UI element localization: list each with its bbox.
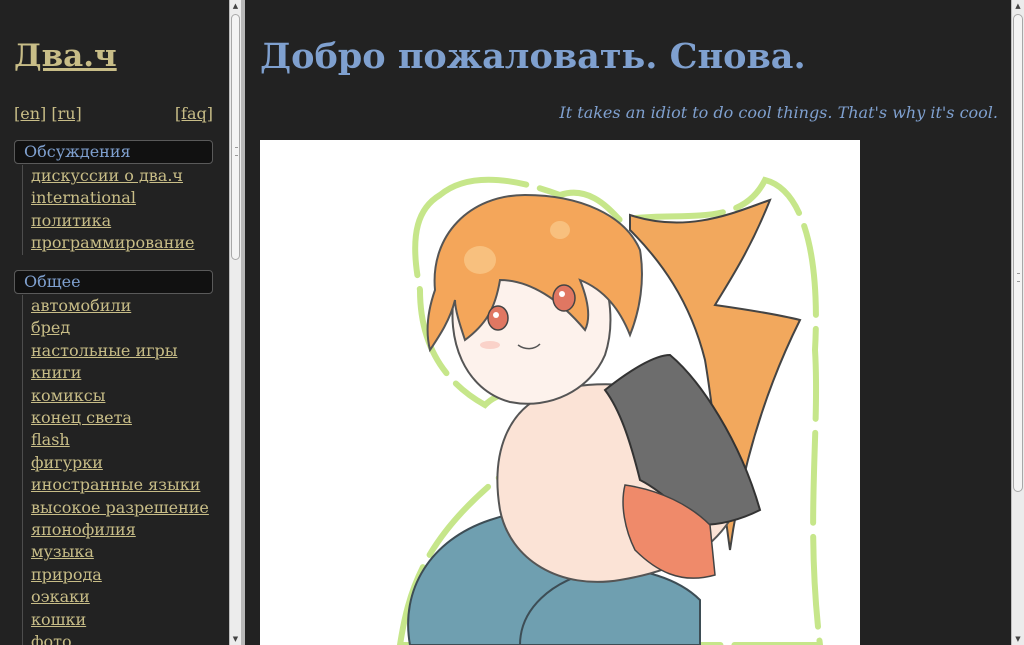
main-frame: Добро пожаловать. Снова. It takes an idi…	[245, 0, 1011, 645]
category-list-discussions: дискуссии о два.ч international политика…	[22, 165, 194, 255]
page-tagline: It takes an idiot to do cool things. Tha…	[559, 103, 998, 122]
board-link[interactable]: политика	[31, 210, 194, 232]
scroll-up-arrow-icon[interactable]: ▲	[1012, 0, 1024, 12]
board-link[interactable]: фото	[31, 631, 209, 645]
category-list-general: автомобили бред настольные игры книги ко…	[22, 295, 209, 645]
scroll-down-arrow-icon[interactable]: ▼	[1012, 633, 1024, 645]
main-scrollbar[interactable]: ▲ ▼	[1011, 0, 1024, 645]
site-logo-link[interactable]: Два.ч	[14, 38, 117, 74]
board-link[interactable]: фигурки	[31, 452, 209, 474]
scroll-up-arrow-icon[interactable]: ▲	[230, 0, 241, 12]
board-link[interactable]: конец света	[31, 407, 209, 429]
board-link[interactable]: кошки	[31, 609, 209, 631]
board-link[interactable]: музыка	[31, 541, 209, 563]
board-link[interactable]: иностранные языки	[31, 474, 209, 496]
board-link[interactable]: flash	[31, 429, 209, 451]
board-link[interactable]: природа	[31, 564, 209, 586]
navigation-frame: Два.ч [en] [ru] [faq] Обсуждения дискусс…	[0, 0, 229, 645]
board-link[interactable]: комиксы	[31, 385, 209, 407]
board-link[interactable]: настольные игры	[31, 340, 209, 362]
language-switcher: [en] [ru]	[14, 104, 82, 123]
category-header-general[interactable]: Общее	[14, 270, 213, 294]
faq-link[interactable]: [faq]	[175, 104, 213, 123]
board-link[interactable]: автомобили	[31, 295, 209, 317]
board-link[interactable]: оэкаки	[31, 586, 209, 608]
board-link[interactable]: international	[31, 187, 194, 209]
board-link[interactable]: японофилия	[31, 519, 209, 541]
page-title: Добро пожаловать. Снова.	[260, 36, 806, 77]
board-link[interactable]: бред	[31, 317, 209, 339]
board-link[interactable]: программирование	[31, 232, 194, 254]
scroll-down-arrow-icon[interactable]: ▼	[230, 633, 241, 645]
navigation-scrollbar[interactable]: ▲ ▼	[229, 0, 241, 645]
board-link[interactable]: дискуссии о два.ч	[31, 165, 194, 187]
board-link[interactable]: высокое разрешение	[31, 497, 209, 519]
category-header-discussions[interactable]: Обсуждения	[14, 140, 213, 164]
scrollbar-thumb[interactable]	[231, 14, 240, 260]
lang-en-link[interactable]: [en]	[14, 104, 46, 123]
scrollbar-thumb[interactable]	[1013, 14, 1023, 492]
anime-girl-illustration	[260, 140, 860, 645]
lang-ru-link[interactable]: [ru]	[51, 104, 81, 123]
board-link[interactable]: книги	[31, 362, 209, 384]
